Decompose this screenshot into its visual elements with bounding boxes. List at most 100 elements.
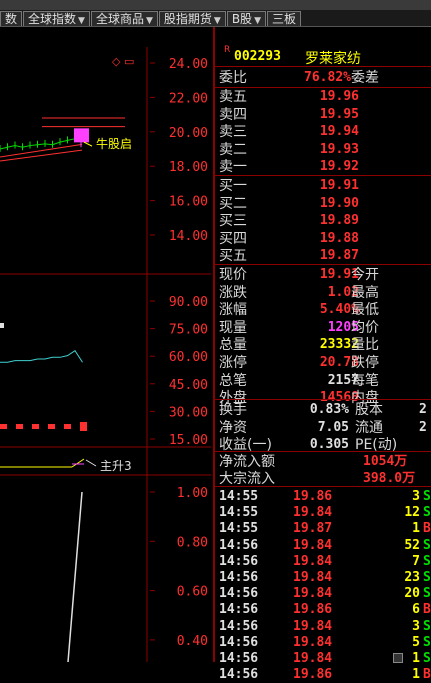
- signal-bar: [64, 424, 71, 429]
- tick-direction: S: [423, 586, 431, 602]
- market-tab-label: 股指期货: [163, 12, 212, 26]
- fund-label: 换手: [219, 402, 247, 418]
- market-tab-5[interactable]: 三板: [266, 11, 301, 26]
- fund-label-2: 流通: [355, 419, 383, 436]
- signal-bar: [16, 424, 23, 429]
- fund-value: 0.83%: [309, 402, 349, 417]
- tick-row: 14:56 19.86 1 B: [215, 666, 431, 683]
- bid-label: 买二: [219, 195, 247, 212]
- ask-price: 19.92: [319, 159, 359, 175]
- market-tab-2[interactable]: 全球商品 ▼: [90, 11, 158, 26]
- fund-label-2: 股本: [355, 402, 383, 418]
- price-annotation: 牛股启: [96, 136, 132, 151]
- tick-time: 14:55: [219, 521, 259, 537]
- stat-label-2: 均价: [351, 319, 379, 336]
- oscillator-line: [67, 491, 83, 662]
- bid-row[interactable]: 买三 19.89: [215, 212, 431, 230]
- bid-price: 19.88: [319, 230, 359, 246]
- ask-row[interactable]: 卖四 19.95: [215, 106, 431, 124]
- tick-time: 14:55: [219, 505, 259, 521]
- y-tick-label: 16.00: [169, 195, 208, 210]
- bid-row[interactable]: 买四 19.88: [215, 230, 431, 248]
- tick-price: 19.84: [293, 618, 333, 634]
- tick-time: 14:56: [219, 537, 259, 553]
- tick-price: 19.87: [293, 521, 333, 537]
- bid-label: 买四: [219, 230, 247, 247]
- ask-price: 19.96: [319, 89, 359, 104]
- market-tab-bar: 数全球指数 ▼ 全球商品 ▼ 股指期货 ▼ B股 ▼ 三板: [0, 10, 431, 27]
- tick-volume: 23: [404, 570, 420, 585]
- divider: [215, 451, 431, 452]
- chart-area[interactable]: ◇ ▭ 24.00 22.00 20.00 18.00 16.00 14.00 90.00 7…: [0, 27, 211, 662]
- ask-row[interactable]: 卖一 19.92: [215, 158, 431, 176]
- chart-canvas[interactable]: 24.00 22.00 20.00 18.00 16.00 14.00 90.00 75.00…: [0, 27, 211, 662]
- y-tick-label: 60.00: [169, 350, 208, 365]
- bid-row[interactable]: 买五 19.87: [215, 247, 431, 265]
- trend-line: [71, 458, 85, 468]
- market-tab-3[interactable]: 股指期货 ▼: [158, 11, 226, 26]
- tick-price: 19.84: [293, 586, 333, 602]
- fund-label: 净资: [219, 419, 247, 436]
- tick-row: 14:55 19.86 3 S: [215, 488, 431, 505]
- flow-label: 净流入额: [219, 454, 275, 470]
- fundamental-row: 换手 0.83% 股本 2: [215, 401, 431, 419]
- tick-time: 14:56: [219, 602, 259, 618]
- y-tick-label: 30.00: [169, 405, 208, 420]
- stock-code: 002293: [234, 49, 281, 64]
- y-tick-label: 1.00: [177, 486, 208, 501]
- bid-price: 19.87: [319, 248, 359, 264]
- chevron-down-icon: ▼: [145, 16, 153, 26]
- stat-label-2: 今开: [351, 267, 379, 283]
- bid-label: 买三: [219, 213, 247, 230]
- market-tab-label: B股: [231, 12, 253, 26]
- tick-time: 14:56: [219, 618, 259, 634]
- market-tab-1[interactable]: 全球指数 ▼: [23, 11, 90, 26]
- tick-direction: S: [423, 537, 431, 553]
- y-tick-label: 90.00: [169, 295, 208, 310]
- ask-row[interactable]: 卖五 19.96: [215, 88, 431, 106]
- market-tab-label: 数: [5, 12, 18, 26]
- tick-price: 19.84: [293, 570, 333, 585]
- y-tick-label: 75.00: [169, 323, 208, 338]
- ask-price: 19.95: [319, 106, 359, 122]
- fund-value-2: 2: [419, 402, 427, 417]
- chevron-down-icon: ▼: [78, 16, 85, 26]
- bid-label: 买五: [219, 248, 247, 265]
- tick-price: 19.86: [293, 602, 333, 618]
- signal-bar: [48, 424, 55, 429]
- indicator-marker: [0, 323, 4, 328]
- market-tab-4[interactable]: B股 ▼: [226, 11, 266, 26]
- tick-volume: 7: [412, 553, 420, 569]
- y-tick-label: 0.60: [177, 585, 208, 600]
- y-tick-label: 22.00: [169, 91, 208, 106]
- tick-volume: 3: [412, 618, 420, 634]
- y-tick-label: 15.00: [169, 433, 208, 448]
- market-tab-0[interactable]: 数: [0, 11, 23, 26]
- weibi-value: 76.82%: [304, 70, 351, 85]
- tick-time: 14:56: [219, 634, 259, 650]
- flow-value: 1054万: [363, 454, 408, 469]
- weicha-label: 委差: [351, 70, 379, 86]
- indicator-line: [0, 349, 83, 363]
- weibi-row: 委比 76.82% 委差: [215, 69, 431, 87]
- market-tab-label: 三板: [271, 12, 296, 26]
- bid-row[interactable]: 买二 19.90: [215, 195, 431, 213]
- bid-row[interactable]: 买一 19.91: [215, 177, 431, 195]
- tick-price: 19.84: [293, 651, 333, 666]
- stat-label-2: 每笔: [351, 372, 379, 389]
- ask-row[interactable]: 卖二 19.93: [215, 141, 431, 159]
- market-tab-label: 全球指数: [28, 12, 77, 26]
- tick-volume: 12: [404, 505, 420, 521]
- stat-label: 涨幅: [219, 302, 247, 319]
- indicator-annotation: 主升3: [100, 459, 132, 473]
- tick-row: 14:56 19.84 5 S: [215, 634, 431, 651]
- ask-price: 19.93: [319, 141, 359, 157]
- y-tick-label: 24.00: [169, 57, 208, 72]
- tick-direction: S: [423, 618, 431, 634]
- ask-row[interactable]: 卖三 19.94: [215, 123, 431, 141]
- quote-stat-row: 涨幅 5.40% 最低: [215, 301, 431, 319]
- y-tick-label: 0.40: [177, 634, 208, 649]
- financing-flag: R: [224, 45, 231, 55]
- tick-time: 14:56: [219, 553, 259, 569]
- stat-label: 现价: [219, 267, 247, 283]
